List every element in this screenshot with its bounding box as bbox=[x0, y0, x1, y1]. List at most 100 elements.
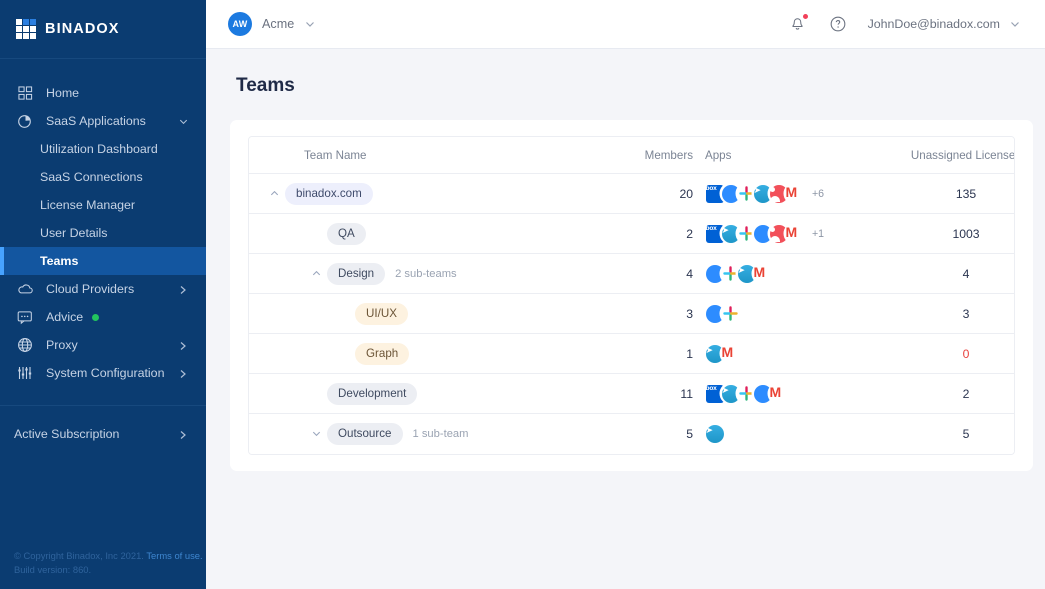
collapse-row-button[interactable] bbox=[263, 188, 285, 199]
chevron-right-icon[interactable] bbox=[178, 368, 188, 378]
cell-unassigned-licenses: 2 bbox=[880, 373, 1014, 414]
slack-app-icon[interactable] bbox=[721, 304, 740, 323]
cell-team-name: Development bbox=[249, 373, 597, 414]
org-switcher[interactable]: AW Acme bbox=[228, 12, 316, 36]
grid-icon bbox=[16, 84, 34, 102]
cell-unassigned-licenses: 5 bbox=[880, 413, 1014, 454]
sidebar-item-teams[interactable]: Teams bbox=[0, 247, 206, 275]
app-root: BINADOX Home SaaS Applications Utilization… bbox=[0, 0, 1045, 589]
pie-chart-icon bbox=[16, 112, 34, 130]
user-email: JohnDoe@binadox.com bbox=[867, 17, 1000, 31]
cell-apps: ➤ bbox=[695, 413, 880, 454]
sidebar-item-active-subscription[interactable]: Active Subscription bbox=[0, 420, 206, 448]
cell-team-name: binadox.com bbox=[249, 173, 597, 214]
gmail-app-icon[interactable]: M bbox=[753, 264, 772, 283]
cell-unassigned-licenses: 1003 bbox=[880, 213, 1014, 254]
teams-table: Team Name Members Apps Unassigned Licens… bbox=[249, 137, 1014, 454]
table-row[interactable]: Development 11 box ➤ M 2 bbox=[249, 373, 1014, 414]
chevron-right-icon[interactable] bbox=[178, 340, 188, 350]
cell-apps: ➤ M bbox=[695, 253, 880, 294]
terms-of-use-link[interactable]: Terms of use. bbox=[146, 550, 202, 561]
sidebar-item-system-configuration[interactable]: System Configuration bbox=[0, 359, 206, 387]
gmail-app-icon[interactable]: M bbox=[769, 384, 788, 403]
table-row[interactable]: Outsource 1 sub-team 5 ➤ 5 bbox=[249, 413, 1014, 454]
sidebar-item-advice[interactable]: Advice bbox=[0, 303, 206, 331]
team-name-pill[interactable]: Design bbox=[327, 262, 386, 285]
topbar-actions: JohnDoe@binadox.com bbox=[788, 13, 1021, 34]
bell-icon[interactable] bbox=[788, 13, 809, 34]
column-header-apps[interactable]: Apps bbox=[695, 137, 880, 174]
column-header-unassigned-licenses[interactable]: Unassigned Licenses bbox=[880, 137, 1014, 174]
gmail-app-icon[interactable]: M bbox=[785, 184, 804, 203]
cell-team-name: QA bbox=[249, 213, 597, 254]
question-circle-icon[interactable] bbox=[828, 14, 848, 34]
table-row[interactable]: QA 2 box ➤ M +1 1003 bbox=[249, 213, 1014, 254]
team-name-pill[interactable]: QA bbox=[327, 222, 366, 245]
team-name-pill[interactable]: binadox.com bbox=[285, 182, 373, 205]
sidebar-nav: Home SaaS Applications Utilization Dashboa… bbox=[0, 59, 206, 387]
table-row[interactable]: Design 2 sub-teams 4 ➤ M 4 bbox=[249, 253, 1014, 294]
page-title: Teams bbox=[236, 75, 295, 96]
footer-copyright: © Copyright Binadox, Inc 2021. bbox=[14, 550, 144, 561]
table-row[interactable]: UI/UX 3 3 bbox=[249, 293, 1014, 334]
cell-team-name: Design 2 sub-teams bbox=[249, 253, 597, 294]
cell-members: 20 bbox=[597, 173, 695, 214]
sidebar-footer: © Copyright Binadox, Inc 2021. Terms of … bbox=[0, 549, 203, 589]
gmail-app-icon[interactable]: M bbox=[721, 344, 740, 363]
expand-row-button[interactable] bbox=[305, 428, 327, 439]
telegram-app-icon[interactable]: ➤ bbox=[705, 424, 724, 444]
cell-members: 5 bbox=[597, 413, 695, 454]
table-header-row: Team Name Members Apps Unassigned Licens… bbox=[249, 137, 1014, 174]
sidebar-item-label: Active Subscription bbox=[14, 427, 120, 441]
sidebar-item-label: System Configuration bbox=[46, 366, 165, 380]
cell-apps: box ➤ M +1 bbox=[695, 213, 880, 254]
notification-badge bbox=[801, 13, 809, 20]
sidebar-item-label: Teams bbox=[40, 254, 79, 268]
chevron-right-icon[interactable] bbox=[178, 284, 188, 294]
sliders-icon bbox=[16, 364, 34, 382]
sub-teams-count: 2 sub-teams bbox=[395, 267, 457, 280]
teams-card: Team Name Members Apps Unassigned Licens… bbox=[230, 120, 1033, 471]
cell-members: 4 bbox=[597, 253, 695, 294]
cell-unassigned-licenses: 3 bbox=[880, 293, 1014, 334]
sidebar-item-cloud-providers[interactable]: Cloud Providers bbox=[0, 275, 206, 303]
cell-unassigned-licenses: 0 bbox=[880, 333, 1014, 374]
cell-members: 1 bbox=[597, 333, 695, 374]
sidebar-item-license-manager[interactable]: License Manager bbox=[0, 191, 206, 219]
cell-team-name: UI/UX bbox=[249, 293, 597, 334]
table-row[interactable]: Graph 1 ➤ M 0 bbox=[249, 333, 1014, 374]
sidebar-item-saas-connections[interactable]: SaaS Connections bbox=[0, 163, 206, 191]
globe-icon bbox=[16, 336, 34, 354]
column-header-team-name[interactable]: Team Name bbox=[249, 137, 597, 174]
team-name-pill[interactable]: UI/UX bbox=[355, 302, 408, 325]
team-name-pill[interactable]: Development bbox=[327, 382, 418, 405]
sidebar-item-label: Proxy bbox=[46, 338, 78, 352]
chat-bubble-icon bbox=[16, 308, 34, 326]
table-row[interactable]: binadox.com 20 box ➤ M +6 135 bbox=[249, 173, 1014, 214]
gmail-app-icon[interactable]: M bbox=[785, 224, 804, 243]
user-menu[interactable]: JohnDoe@binadox.com bbox=[868, 17, 1021, 31]
sidebar-item-home[interactable]: Home bbox=[0, 79, 206, 107]
sidebar-item-user-details[interactable]: User Details bbox=[0, 219, 206, 247]
sidebar-item-saas-applications[interactable]: SaaS Applications bbox=[0, 107, 206, 135]
sidebar-item-label: Cloud Providers bbox=[46, 282, 135, 296]
cell-members: 2 bbox=[597, 213, 695, 254]
team-name-pill[interactable]: Outsource bbox=[327, 422, 403, 445]
team-name-pill[interactable]: Graph bbox=[355, 342, 410, 365]
chevron-down-icon[interactable] bbox=[178, 116, 188, 126]
cell-team-name: Outsource 1 sub-team bbox=[249, 413, 597, 454]
cell-team-name: Graph bbox=[249, 333, 597, 374]
collapse-row-button[interactable] bbox=[305, 268, 327, 279]
sidebar-item-proxy[interactable]: Proxy bbox=[0, 331, 206, 359]
cell-apps: ➤ M bbox=[695, 333, 880, 374]
org-name: Acme bbox=[262, 17, 295, 31]
brand-logo[interactable]: BINADOX bbox=[0, 0, 206, 59]
sidebar-item-utilization-dashboard[interactable]: Utilization Dashboard bbox=[0, 135, 206, 163]
footer-build-version: Build version: 860. bbox=[14, 564, 92, 575]
column-header-members[interactable]: Members bbox=[597, 137, 695, 174]
sidebar-item-label: Advice bbox=[46, 310, 84, 324]
apps-list: ➤ M bbox=[695, 344, 880, 363]
apps-overflow-count[interactable]: +1 bbox=[812, 228, 824, 240]
apps-overflow-count[interactable]: +6 bbox=[812, 188, 824, 200]
sidebar-item-label: User Details bbox=[40, 226, 108, 240]
